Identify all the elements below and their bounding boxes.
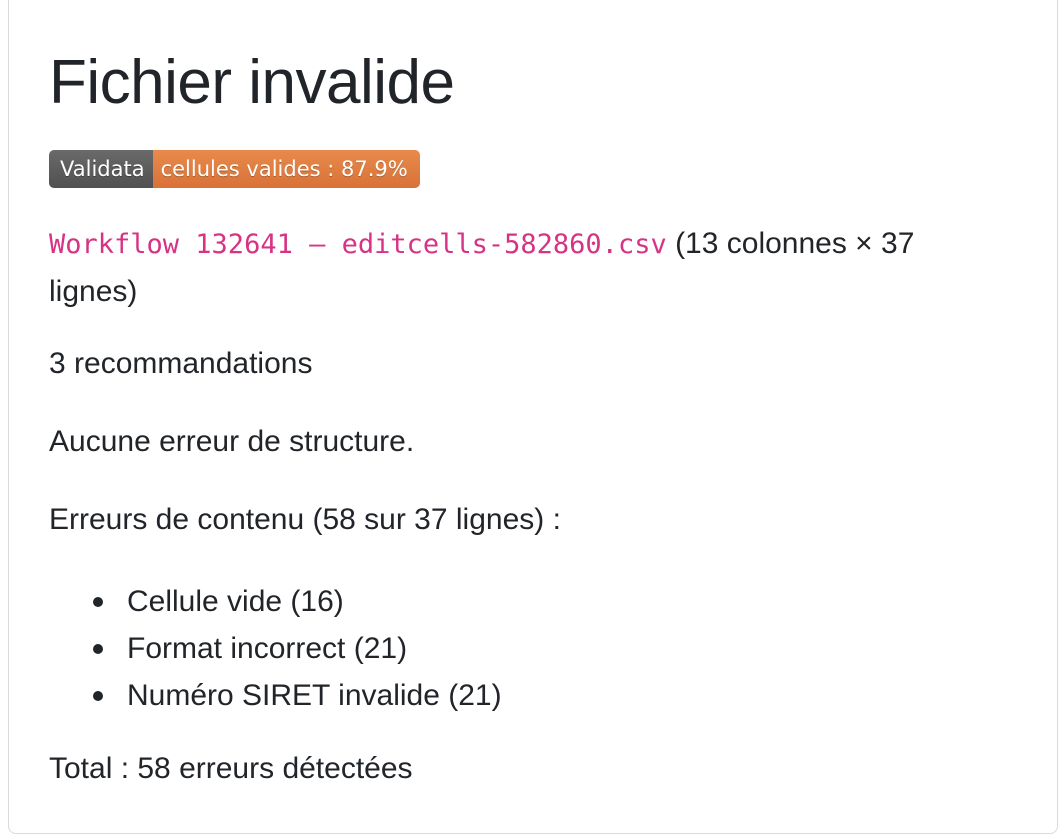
list-item: Format incorrect (21) (93, 625, 502, 672)
badge-value: cellules valides : 87.9% (152, 150, 420, 188)
bullet-icon (93, 597, 103, 607)
report-card: Fichier invalide Validata cellules valid… (8, 0, 1058, 834)
recommendations-count: 3 recommandations (49, 347, 313, 380)
list-item: Cellule vide (16) (93, 578, 502, 625)
content-errors-heading: Erreurs de contenu (58 sur 37 lignes) : (49, 503, 561, 536)
list-item: Numéro SIRET invalide (21) (93, 672, 502, 719)
bullet-icon (93, 691, 103, 701)
error-item-label: Cellule vide (16) (127, 585, 344, 618)
error-item-label: Format incorrect (21) (127, 632, 408, 665)
structure-errors-text: Aucune erreur de structure. (49, 425, 415, 458)
badge-label: Validata (49, 150, 153, 188)
page-title: Fichier invalide (49, 48, 455, 117)
total-errors: Total : 58 erreurs détectées (49, 752, 413, 785)
bullet-icon (93, 644, 103, 654)
file-info: Workflow 132641 – editcells-582860.csv (… (49, 220, 969, 315)
file-name: Workflow 132641 – editcells-582860.csv (49, 229, 667, 260)
content-errors-list: Cellule vide (16) Format incorrect (21) … (49, 578, 502, 719)
error-item-label: Numéro SIRET invalide (21) (127, 679, 502, 712)
validata-badge[interactable]: Validata cellules valides : 87.9% (49, 150, 420, 188)
